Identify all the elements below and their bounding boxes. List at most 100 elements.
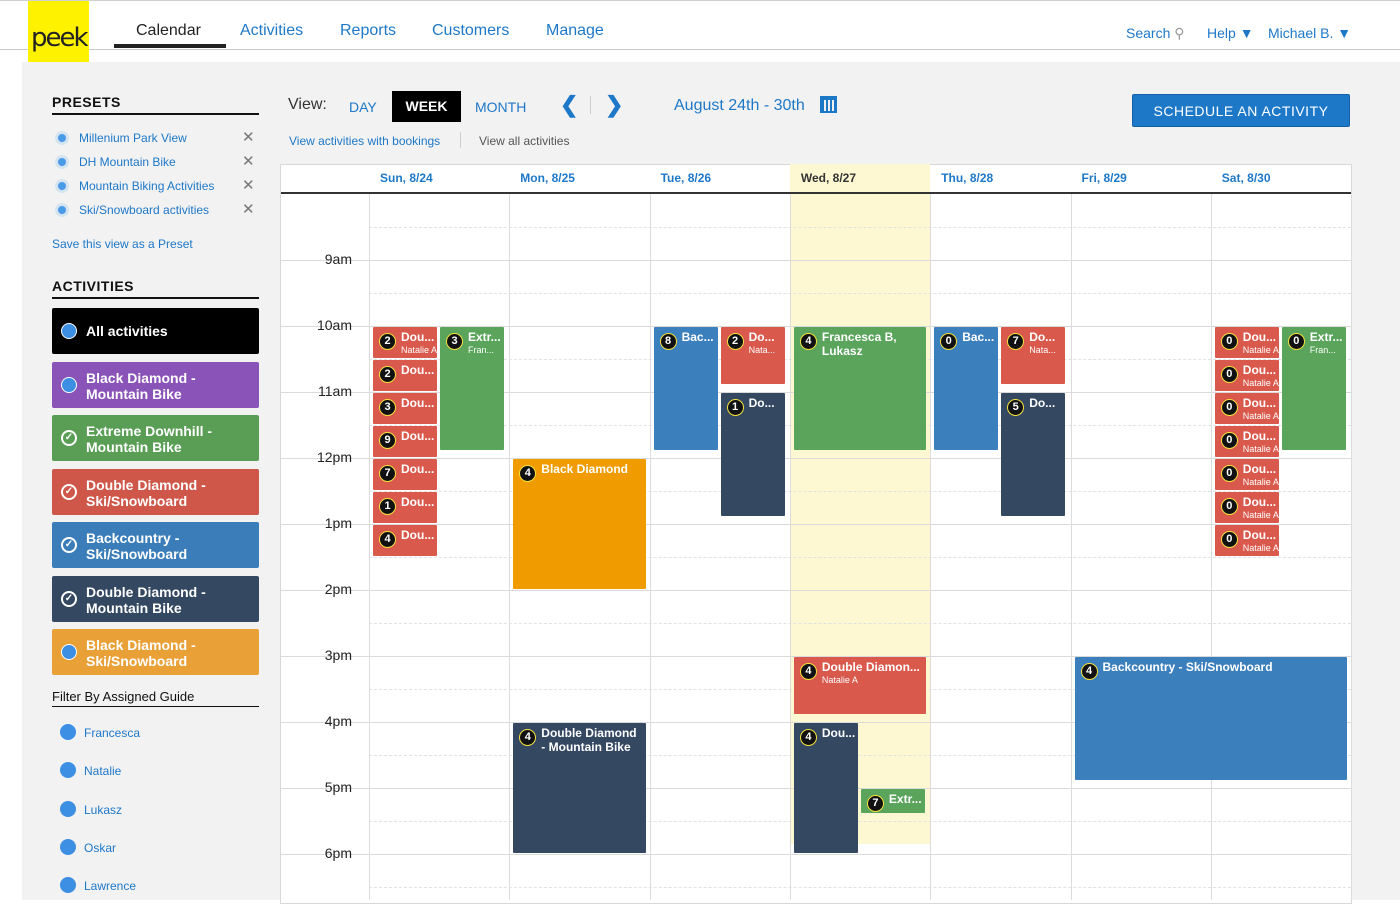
event-guide: Natalie A [401,345,437,355]
calendar-event[interactable]: 5 Do... [1001,393,1066,517]
event-title: Extr... [888,792,922,806]
day-column-line [789,194,791,900]
activity-filter-button[interactable]: Black Diamond - Ski/Snowboard [52,629,259,675]
calendar-event[interactable]: 0 Dou... Natalie A [1214,393,1279,424]
date-range[interactable]: August 24th - 30th [674,97,805,115]
day-header[interactable]: Fri, 8/29 [1082,171,1127,185]
check-icon: ✓ [61,483,77,500]
guide-filter-item[interactable]: Natalie [60,760,240,782]
calendar-event[interactable]: 3 Extr... Fran... [440,327,504,451]
event-guide: Natalie A [1242,345,1279,355]
calendar-event[interactable]: 4 Double Diamond - Mountain Bike [513,723,646,853]
calendar-event[interactable]: 9 Dou... [373,426,437,457]
calendar-event[interactable]: 4 Backcountry - Ski/Snowboard [1074,657,1347,781]
activity-filter-button[interactable]: ✓ Backcountry - Ski/Snowboard [52,522,259,568]
nav-activities[interactable]: Activities [240,22,303,40]
calendar-event[interactable]: 3 Dou... [373,393,437,424]
view-all-link[interactable]: View all activities [479,134,569,148]
calendar-event[interactable]: 2 Dou... [373,360,437,391]
calendar-event[interactable]: 7 Extr... [860,789,925,814]
day-header[interactable]: Mon, 8/25 [520,171,575,185]
event-title: Do... [748,330,775,344]
hour-line [281,590,1351,591]
search-link[interactable]: Search ⚲ [1126,25,1185,42]
activity-filter-button[interactable]: All activities [52,308,259,354]
calendar-event[interactable]: 4 Dou... [793,723,858,853]
nav-reports[interactable]: Reports [340,22,396,40]
day-header[interactable]: Sun, 8/24 [380,171,433,185]
calendar-event[interactable]: 4 Black Diamond [513,459,646,589]
calendar-event[interactable]: 0 Bac... [934,327,999,451]
activity-filter-button[interactable]: ✓ Extreme Downhill - Mountain Bike [52,415,259,461]
close-icon[interactable]: ✕ [242,176,255,194]
view-week-button[interactable]: WEEK [392,91,461,122]
calendar-event[interactable]: 8 Bac... [653,327,718,451]
activity-filter-button[interactable]: ✓ Double Diamond - Mountain Bike [52,575,259,622]
booking-count-badge: 4 [1080,663,1098,680]
calendar-event[interactable]: 4 Francesca B, Lukasz [793,327,927,451]
calendar-event[interactable]: 0 Dou... Natalie A [1214,459,1279,490]
nav-customers[interactable]: Customers [432,22,509,40]
booking-count-badge: 4 [519,729,537,746]
guide-label: Natalie [84,764,122,779]
chevron-left-icon[interactable]: ❮ [560,92,578,118]
calendar-event[interactable]: 0 Dou... Natalie A [1214,426,1279,457]
close-icon[interactable]: ✕ [242,152,255,170]
preset-item[interactable]: Ski/Snowboard activities ✕ [52,199,262,219]
calendar-event[interactable]: 0 Dou... Natalie A [1214,492,1279,523]
view-day-button[interactable]: DAY [349,99,377,115]
calendar-event[interactable]: 4 Double Diamon... Natalie A [793,657,927,715]
day-header[interactable]: Wed, 8/27 [801,171,856,185]
booking-count-badge: 4 [799,333,817,350]
calendar-event[interactable]: 1 Do... [720,393,785,517]
booking-count-badge: 4 [519,465,537,482]
calendar-event[interactable]: 7 Do... Nata... [1001,327,1066,385]
calendar-event[interactable]: 7 Dou... [373,459,437,490]
booking-count-badge: 0 [1220,531,1238,548]
guide-filter-item[interactable]: Francesca [60,722,240,744]
calendar-event[interactable]: 0 Dou... Natalie A [1214,327,1279,358]
activity-filter-button[interactable]: ✓ Double Diamond - Ski/Snowboard [52,468,259,515]
preset-item[interactable]: Mountain Biking Activities ✕ [52,175,262,195]
calendar-event[interactable]: 0 Dou... Natalie A [1214,525,1279,556]
help-menu[interactable]: Help ▼ [1207,25,1254,41]
booking-count-badge: 0 [1220,399,1238,416]
guide-filter-item[interactable]: Oskar [60,837,240,859]
peek-logo[interactable]: peek [28,1,89,62]
day-header[interactable]: Tue, 8/26 [661,171,711,185]
calendar-event[interactable]: 0 Extr... Fran... [1281,327,1346,451]
calendar-event[interactable]: 0 Dou... Natalie A [1214,360,1279,391]
preset-label: DH Mountain Bike [79,155,176,169]
guide-filter-item[interactable]: Lukasz [60,799,240,821]
user-menu[interactable]: Michael B. ▼ [1268,25,1351,41]
view-month-button[interactable]: MONTH [475,99,526,115]
nav-calendar[interactable]: Calendar [136,22,201,40]
preset-item[interactable]: DH Mountain Bike ✕ [52,151,262,171]
calendar-event[interactable]: 2 Dou... Natalie A [373,327,437,358]
event-title: Dou... [401,429,435,443]
close-icon[interactable]: ✕ [242,128,255,146]
calendar-event[interactable]: 2 Do... Nata... [720,327,785,385]
day-header[interactable]: Sat, 8/30 [1222,171,1271,185]
half-hour-line [369,293,1351,294]
schedule-activity-button[interactable]: SCHEDULE AN ACTIVITY [1132,94,1350,127]
save-preset-link[interactable]: Save this view as a Preset [52,237,193,251]
preset-item[interactable]: Millenium Park View ✕ [52,127,262,147]
nav-active-indicator [114,44,226,48]
close-icon[interactable]: ✕ [242,200,255,218]
calendar-icon[interactable] [820,96,837,113]
hour-line [281,854,1351,855]
view-bookings-link[interactable]: View activities with bookings [289,134,440,148]
check-icon: ✓ [61,590,77,607]
header-divider [281,192,1351,194]
calendar-event[interactable]: 1 Dou... [373,492,437,523]
chevron-right-icon[interactable]: ❯ [605,92,623,118]
activity-filter-button[interactable]: Black Diamond - Mountain Bike [52,361,259,408]
booking-count-badge: 8 [659,333,677,350]
day-header[interactable]: Thu, 8/28 [941,171,993,185]
guide-filter-item[interactable]: Lawrence [60,875,240,897]
nav-manage[interactable]: Manage [546,22,604,40]
booking-count-badge: 4 [799,663,817,680]
divider [52,297,259,299]
calendar-event[interactable]: 4 Dou... [373,525,437,556]
